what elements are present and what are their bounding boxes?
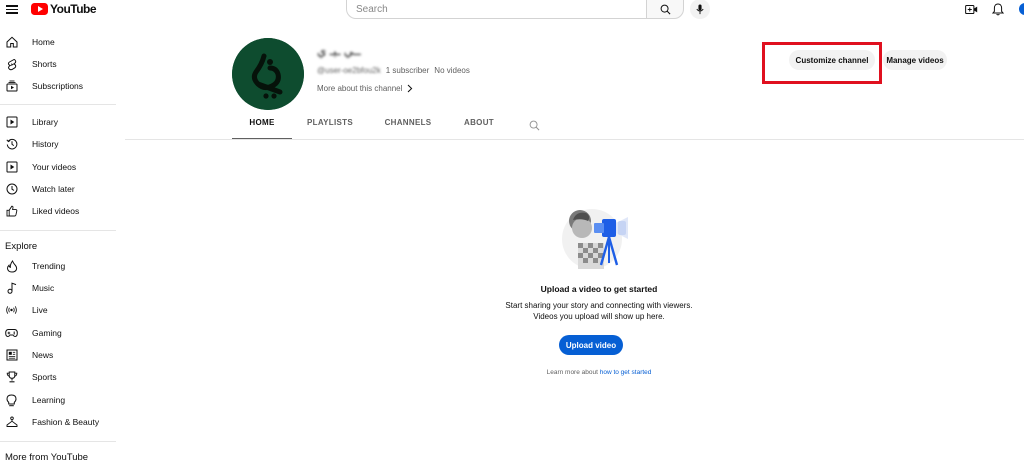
sidebar-item-label: Fashion & Beauty [32, 417, 100, 427]
sidebar-item-label: Learning [32, 395, 66, 405]
more-from-youtube-heading: More from YouTube [5, 452, 89, 461]
sidebar-item-watch-later[interactable]: Watch later [0, 179, 118, 199]
learn-more-text: Learn more about how to get started [480, 369, 718, 376]
shorts-icon [5, 58, 18, 71]
trending-icon [5, 259, 18, 273]
manage-videos-button[interactable]: Manage videos [883, 50, 947, 70]
tab-label: PLAYLISTS [307, 118, 353, 127]
notifications-button[interactable] [991, 2, 1005, 16]
voice-search-button[interactable] [690, 0, 710, 19]
sidebar-item-label: Your videos [32, 162, 77, 172]
sidebar-divider [0, 104, 116, 105]
youtube-logo[interactable]: YouTube [31, 1, 97, 17]
subscriber-count: 1 subscriber [385, 66, 430, 75]
tabs-divider [125, 139, 1024, 140]
sidebar-item-shorts[interactable]: Shorts [0, 54, 118, 74]
channel-handle: @user-oe2bfou2k [317, 66, 381, 75]
library-icon [5, 116, 18, 129]
sidebar-item-label: Gaming [32, 328, 62, 338]
sidebar-item-label: History [32, 139, 59, 149]
logo-text: YouTube [50, 2, 97, 16]
sidebar-item-subscriptions[interactable]: Subscriptions [0, 76, 118, 96]
account-avatar[interactable] [1019, 3, 1024, 15]
sidebar-item-label: Shorts [32, 59, 57, 69]
sidebar-item-label: Trending [32, 261, 66, 271]
channel-logo-image [232, 38, 304, 110]
get-started-link[interactable]: how to get started [600, 369, 652, 376]
tab-about[interactable]: ABOUT [461, 118, 497, 140]
gaming-icon [5, 327, 18, 340]
trophy-icon [5, 371, 18, 384]
sidebar-item-music[interactable]: Music [0, 278, 118, 298]
video-count: No videos [434, 66, 470, 75]
sidebar-item-live[interactable]: Live [0, 300, 118, 320]
sidebar-item-label: Sports [32, 372, 57, 382]
sidebar-item-fashion-beauty[interactable]: Fashion & Beauty [0, 412, 118, 432]
more-about-label: More about this channel [317, 83, 403, 93]
sidebar-item-sports[interactable]: Sports [0, 367, 118, 387]
youtube-play-icon [31, 3, 48, 15]
sidebar-item-label: Live [32, 305, 48, 315]
tab-label: ABOUT [464, 118, 494, 127]
learn-more-prefix: Learn more about [546, 369, 598, 376]
your-videos-icon [5, 161, 18, 174]
tab-channels[interactable]: CHANNELS [382, 118, 434, 140]
empty-state-title: Upload a video to get started [540, 284, 658, 294]
thumbs-up-icon [5, 205, 18, 218]
watch-later-icon [5, 183, 18, 196]
sidebar-item-label: Music [32, 283, 55, 293]
search-icon [660, 4, 670, 14]
search-button[interactable] [646, 0, 684, 19]
live-icon [5, 304, 18, 317]
sidebar-item-label: Subscriptions [32, 81, 84, 91]
channel-meta: @user-oe2bfou2k 1 subscriber No videos [317, 66, 470, 75]
sidebar-item-learning[interactable]: Learning [0, 390, 118, 410]
sidebar-item-your-videos[interactable]: Your videos [0, 157, 118, 177]
search-icon [529, 120, 539, 131]
tab-playlists[interactable]: PLAYLISTS [304, 118, 356, 140]
sidebar-item-label: Liked videos [32, 206, 80, 216]
subscriptions-icon [5, 80, 18, 93]
sidebar-divider [0, 230, 116, 231]
create-video-icon [964, 4, 977, 14]
sidebar-item-label: News [32, 350, 54, 360]
news-icon [5, 349, 18, 362]
sidebar-item-news[interactable]: News [0, 345, 118, 365]
sidebar-item-liked-videos[interactable]: Liked videos [0, 201, 118, 221]
upload-video-button[interactable]: Upload video [559, 335, 623, 355]
microphone-icon [696, 3, 704, 14]
history-icon [5, 138, 18, 151]
channel-name: ــي ـيـ ي [317, 44, 361, 58]
sidebar-item-history[interactable]: History [0, 134, 118, 154]
bell-icon [992, 2, 1004, 15]
sidebar-item-gaming[interactable]: Gaming [0, 323, 118, 343]
tab-home[interactable]: HOME [232, 118, 292, 140]
home-icon [5, 36, 18, 49]
customize-channel-button[interactable]: Customize channel [789, 50, 875, 70]
menu-icon[interactable] [6, 3, 18, 15]
upload-illustration [562, 209, 628, 269]
sidebar-item-label: Library [32, 117, 58, 127]
hanger-icon [5, 416, 18, 429]
create-button[interactable] [964, 2, 978, 16]
sidebar-item-label: Home [32, 37, 55, 47]
chevron-right-icon [407, 83, 415, 93]
sidebar-item-label: Watch later [32, 184, 75, 194]
channel-avatar[interactable] [232, 38, 304, 110]
explore-heading: Explore [5, 241, 38, 252]
sidebar-item-library[interactable]: Library [0, 112, 118, 132]
more-about-channel-link[interactable]: More about this channel [317, 83, 415, 93]
empty-state-description: Start sharing your story and connecting … [505, 301, 693, 321]
sidebar-item-trending[interactable]: Trending [0, 256, 118, 276]
music-icon [5, 282, 18, 295]
tab-label: HOME [249, 118, 275, 127]
top-bar: YouTube [0, 0, 1024, 20]
search-input[interactable] [346, 0, 646, 19]
sidebar-divider [0, 441, 116, 442]
tab-label: CHANNELS [384, 118, 432, 127]
sidebar-item-home[interactable]: Home [0, 32, 118, 52]
lightbulb-icon [5, 393, 18, 407]
search-bar [346, 0, 684, 19]
